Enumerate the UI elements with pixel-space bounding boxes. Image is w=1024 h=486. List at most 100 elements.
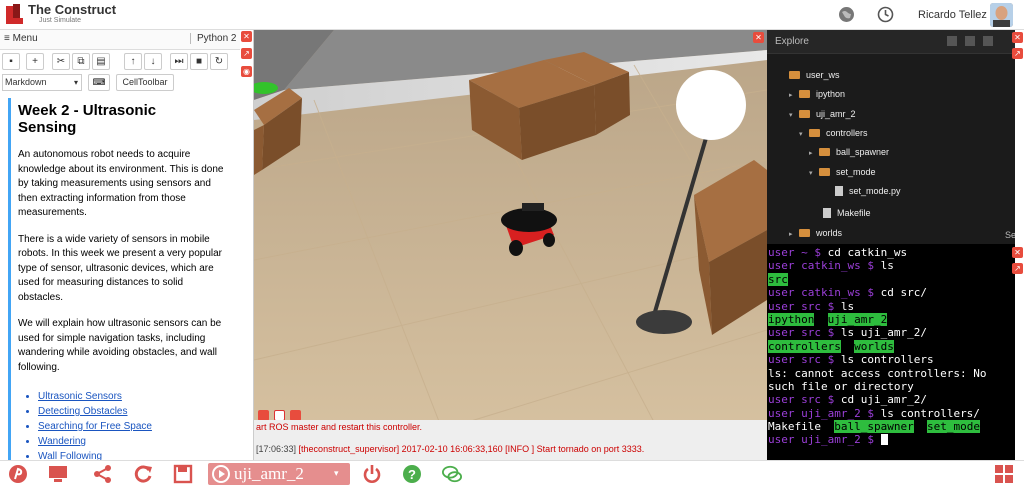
explorer-popout-icon[interactable]: ↗ (1012, 48, 1023, 59)
terminal-line: user uji_amr_2 $ (768, 433, 1015, 446)
celltoolbar-button[interactable]: CellToolbar (116, 74, 174, 91)
brand-name: The Construct (28, 2, 117, 17)
chevron-right-icon[interactable]: ▸ (789, 228, 799, 242)
simulation-selector[interactable]: uji_amr_2 ▾ (208, 463, 350, 485)
terminal-prompt: user src $ (768, 299, 841, 313)
cut-icon[interactable]: ✂ (52, 53, 70, 70)
stop-icon[interactable]: ■ (190, 53, 208, 70)
terminal-maximize-icon[interactable]: ✕ (1012, 247, 1023, 258)
save-icon[interactable]: ▪ (2, 53, 20, 70)
monitor-icon[interactable] (48, 464, 68, 484)
file-tree-item[interactable]: set_mode.py (825, 184, 901, 198)
chevron-right-icon[interactable]: ▸ (789, 89, 799, 103)
terminal-text: cd uji_amr_2/ (840, 393, 927, 407)
keyboard-icon[interactable]: ⌨ (88, 74, 110, 91)
chat-icon[interactable] (442, 464, 462, 484)
notebook-popout-icon[interactable]: ↗ (241, 48, 252, 59)
grid-layout-icon[interactable] (994, 464, 1014, 484)
link-wall-following[interactable]: Wall Following (38, 449, 242, 460)
clock-icon[interactable] (877, 6, 894, 23)
terminal-line: controllers worlds (768, 339, 1015, 353)
terminal-dir-entry: src (768, 272, 788, 286)
avatar[interactable] (990, 3, 1013, 27)
copy-icon[interactable]: ⧉ (72, 53, 90, 70)
chevron-down-icon[interactable]: ▾ (809, 167, 819, 181)
folder-icon (819, 168, 830, 176)
save-disk-icon[interactable] (173, 464, 193, 484)
move-up-icon[interactable]: ↑ (124, 53, 142, 70)
file-tree-item[interactable]: Makefile (813, 206, 871, 220)
file-tree-item[interactable]: user_ws (779, 68, 840, 82)
file-tree-item[interactable]: ▸ worlds (789, 226, 842, 240)
terminal-line: user src $ ls controllers (768, 353, 1015, 366)
link-detecting-obstacles[interactable]: Detecting Obstacles (38, 404, 242, 419)
user-name[interactable]: Ricardo Tellez (918, 9, 987, 21)
file-tree-item[interactable]: ▸ ipython (789, 87, 845, 101)
terminal-dir-entry: uji_amr_2 (827, 312, 888, 326)
svg-text:?: ? (408, 467, 416, 482)
explorer-title: Explore (775, 36, 809, 47)
terminal-text: ls controllers (840, 353, 934, 367)
file-tree-label: set_mode.py (849, 186, 901, 196)
globe-icon[interactable] (838, 6, 855, 23)
chevron-down-icon[interactable]: ▾ (789, 109, 799, 123)
upload-icon[interactable] (947, 36, 957, 46)
notebook-eye-icon[interactable]: ◉ (241, 66, 252, 77)
terminal-text: such file or directory (768, 379, 914, 393)
notebook-cell[interactable]: Week 2 - Ultrasonic Sensing An autonomou… (8, 98, 242, 460)
avatar-face-icon (990, 3, 1013, 27)
refresh-icon[interactable] (983, 36, 993, 46)
paste-icon[interactable]: ▤ (92, 53, 110, 70)
terminal-popout-icon[interactable]: ↗ (1012, 263, 1023, 274)
terminal-text: cd catkin_ws (827, 246, 908, 259)
terminal-line: ls: cannot access controllers: No (768, 367, 1015, 380)
explorer-maximize-icon[interactable]: ✕ (1012, 32, 1023, 43)
play-icon (212, 465, 230, 483)
add-cell-icon[interactable]: + (26, 53, 44, 70)
notebook-maximize-icon[interactable]: ✕ (241, 31, 252, 42)
page-title: Week 2 - Ultrasonic Sensing (18, 102, 157, 136)
folder-icon (799, 229, 810, 237)
sim-maximize-icon[interactable]: ✕ (753, 32, 764, 43)
terminal[interactable]: user ~ $ cd catkin_ws user catkin_ws $ ls… (767, 244, 1015, 460)
file-tree-item[interactable]: ▾ uji_amr_2 (789, 107, 856, 121)
app-window: The Construct Just Simulate Ricardo Tell… (0, 0, 1024, 486)
terminal-text: ls (880, 259, 894, 273)
simulation-viewport[interactable]: ✕ (254, 30, 767, 460)
folder-icon[interactable] (965, 36, 975, 46)
terminal-line: src (768, 272, 1015, 286)
bottom-toolbar: uji_amr_2 ▾ ? (0, 460, 1024, 486)
file-tree-item[interactable]: ▸ ball_spawner (809, 145, 889, 159)
help-icon[interactable]: ? (402, 464, 422, 484)
chevron-down-icon: ▾ (334, 468, 339, 478)
pin-icon[interactable] (8, 464, 28, 484)
chevron-down-icon[interactable]: ▾ (799, 128, 809, 142)
cell-type-select[interactable]: Markdown (2, 74, 82, 91)
folder-icon (789, 71, 800, 79)
run-icon[interactable]: ⏭ (170, 53, 188, 70)
file-explorer: Explore user_ws ▸ ipython ▾ uji_amr_2 ▾ contro… (767, 30, 1015, 244)
terminal-line: ipython uji_amr_2 (768, 312, 1015, 326)
move-down-icon[interactable]: ↓ (144, 53, 162, 70)
chevron-right-icon[interactable]: ▸ (809, 147, 819, 161)
terminal-line: user src $ ls uji_amr_2/ (768, 326, 1015, 339)
link-wandering[interactable]: Wandering (38, 434, 242, 449)
restart-icon[interactable]: ↻ (210, 53, 228, 70)
paragraph: An autonomous robot needs to acquire kno… (18, 149, 224, 218)
terminal-dir-entry: worlds (854, 339, 894, 353)
log-message: [17:06:33] [theconstruct_supervisor] 201… (256, 444, 644, 454)
reload-icon[interactable] (133, 464, 153, 484)
link-ultrasonic-sensors[interactable]: Ultrasonic Sensors (38, 389, 242, 404)
link-searching-free-space[interactable]: Searching for Free Space (38, 419, 242, 434)
file-tree-item[interactable]: ▾ set_mode (809, 165, 876, 179)
share-icon[interactable] (93, 464, 113, 484)
terminal-prompt: user catkin_ws $ (768, 259, 881, 273)
folder-icon (799, 90, 810, 98)
terminal-text: ls controllers/ (880, 406, 980, 420)
terminal-line: user ~ $ cd catkin_ws (768, 246, 1015, 259)
power-icon[interactable] (362, 464, 382, 484)
menu-button[interactable]: ≡ Menu (4, 33, 38, 44)
file-tree-item[interactable]: ▾ controllers (799, 126, 868, 140)
